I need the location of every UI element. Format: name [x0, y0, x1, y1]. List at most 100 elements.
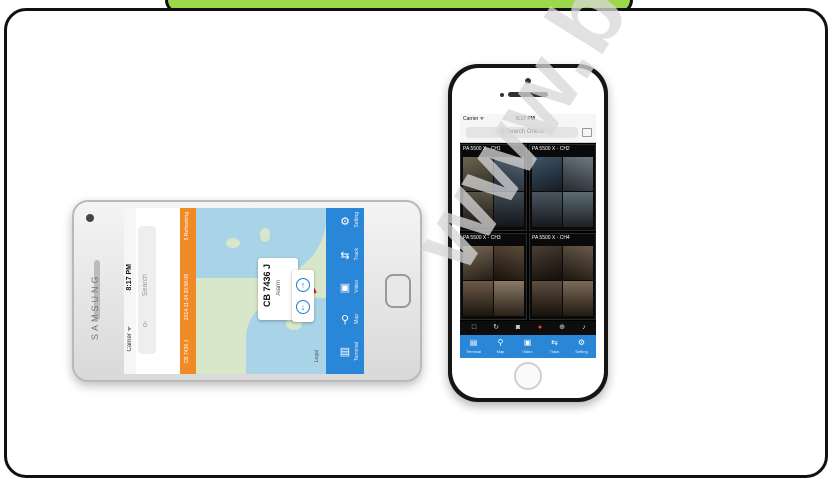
search-placeholder: Search [142, 274, 149, 297]
terminal-icon: ▤ [469, 338, 478, 347]
camera-label: PA 5500 X - CH4 [532, 235, 570, 241]
alert-datetime: 2014-11-24 20:58:08 [184, 274, 190, 321]
feed-quadrant [532, 192, 562, 227]
camera-tile-ch3[interactable]: PA 5500 X - CH3 [460, 233, 527, 320]
camera-label: PA 5500 X - CH3 [463, 235, 501, 241]
feed-quadrant [494, 192, 524, 227]
map-island [260, 228, 270, 242]
samsung-phone: SAMSUNG Carrier ᯤ 8:17 PM Search ⚲ CB 74… [72, 200, 422, 382]
tab-video[interactable]: ▣ Video [326, 276, 364, 308]
feed-quadrant [532, 281, 562, 316]
feed-quadrant [563, 246, 593, 280]
feed-quadrant [463, 192, 493, 227]
tab-map[interactable]: ⚲ Map [326, 308, 364, 340]
tab-map[interactable]: ⚲ Map [487, 335, 514, 358]
feed-quadrant [494, 281, 524, 316]
tab-terminal[interactable]: ▤ Terminal [460, 335, 487, 358]
front-camera-icon [86, 214, 94, 222]
feed-quadrant [563, 281, 593, 316]
clock: 8:17 PM [126, 264, 133, 291]
tab-video[interactable]: ▣ Video [514, 335, 541, 358]
feed-quadrant [463, 246, 493, 280]
tab-setting[interactable]: ⚙ Setting [326, 210, 364, 242]
map-island [226, 238, 240, 248]
zoom-control: ↑ ↓ [292, 270, 314, 322]
tab-label: Setting [575, 349, 588, 354]
tab-label: Video [354, 280, 360, 293]
tab-label: Track [354, 248, 360, 261]
camera-tile-ch2[interactable]: PA 5500 X - CH2 [529, 144, 596, 231]
tab-bar: ▤ Terminal ⚲ Map ▣ Video ⇆ Track ⚙ Setti… [460, 335, 596, 358]
home-button[interactable] [385, 274, 411, 308]
iphone-screen: Carrier ᯤ 8:17 PM Q Search Online PA 550… [460, 114, 596, 358]
tab-track[interactable]: ⇆ Track [541, 335, 568, 358]
search-input[interactable]: Q Search Online [466, 127, 578, 138]
alert-vehicle-id: CB 7436 J [184, 340, 190, 364]
front-camera-icon [525, 78, 531, 84]
mic-icon[interactable]: ♪ [580, 324, 588, 332]
camera-feed [463, 246, 524, 316]
home-button[interactable] [514, 362, 542, 390]
zoom-out-button[interactable]: ↓ [296, 300, 310, 314]
carrier-label: Carrier ᯤ [463, 116, 485, 122]
feed-quadrant [532, 157, 562, 191]
carrier-label: Carrier ᯤ [127, 326, 133, 352]
proximity-sensor [500, 93, 504, 97]
search-icon[interactable]: ⚲ [142, 320, 150, 328]
earpiece-speaker [508, 92, 548, 97]
map-legal-link[interactable]: Legal [314, 350, 320, 362]
tab-track[interactable]: ⇆ Track [326, 244, 364, 276]
track-icon: ⇆ [340, 250, 350, 262]
map-island [216, 328, 228, 337]
samsung-logo: SAMSUNG [90, 273, 100, 340]
feed-quadrant [563, 192, 593, 227]
samsung-screen: Carrier ᯤ 8:17 PM Search ⚲ CB 7436 J 201… [124, 208, 364, 374]
camera-icon[interactable]: ◙ [514, 324, 522, 332]
tab-label: Map [496, 349, 505, 354]
record-icon[interactable]: ● [536, 324, 544, 332]
playback-controls: □ ↻ ◙ ● ⊕ ♪ [460, 321, 596, 335]
refresh-icon[interactable]: ↻ [492, 324, 500, 332]
tab-terminal[interactable]: ▤ Terminal [326, 340, 364, 372]
tab-bar: ⚙ Setting ⇆ Track ▣ Video ⚲ Map ▤ Termin… [326, 208, 364, 374]
tab-label: Map [354, 314, 360, 324]
camera-tile-ch1[interactable]: PA 5500 X - CH1 [460, 144, 527, 231]
feed-quadrant [563, 157, 593, 191]
map-pin-icon: ⚲ [497, 338, 504, 347]
camera-grid: PA 5500 X - CH1 PA 5500 X - CH2 PA 5500 … [460, 144, 596, 320]
tab-label: Track [549, 349, 560, 354]
book-icon[interactable] [582, 128, 592, 137]
status-bar: Carrier ᯤ 8:17 PM [460, 114, 596, 124]
gear-icon: ⚙ [340, 216, 350, 228]
camera-label: PA 5500 X - CH1 [463, 146, 501, 152]
zoom-in-button[interactable]: ↑ [296, 278, 310, 292]
feed-quadrant [463, 281, 493, 316]
stop-icon[interactable]: □ [470, 324, 478, 332]
search-bar: Q Search Online [460, 124, 596, 143]
iphone: Carrier ᯤ 8:17 PM Q Search Online PA 550… [448, 64, 608, 402]
popup-title: CB 7436 J [262, 264, 272, 308]
tab-label: Terminal [465, 349, 482, 354]
clock: 8:17 PM [516, 116, 535, 122]
feed-quadrant [494, 246, 524, 280]
plus-icon[interactable]: ⊕ [558, 324, 566, 332]
tab-setting[interactable]: ⚙ Setting [568, 335, 595, 358]
tab-label: Setting [354, 212, 360, 228]
tab-label: Terminal [354, 342, 360, 361]
camera-feed [532, 246, 593, 316]
camera-tile-ch4[interactable]: PA 5500 X - CH4 [529, 233, 596, 320]
camera-feed [532, 157, 593, 227]
tab-label: Video [522, 349, 533, 354]
popup-subtitle: Alarm [276, 280, 282, 296]
track-icon: ⇆ [551, 338, 558, 347]
map-pin-icon: ⚲ [340, 314, 350, 326]
terminal-icon: ▤ [339, 346, 351, 358]
camera-feed [463, 157, 524, 227]
feed-quadrant [463, 157, 493, 191]
alert-refresh-status: 5 Refreshing [184, 212, 190, 241]
camera-label: PA 5500 X - CH2 [532, 146, 570, 152]
feed-quadrant [532, 246, 562, 280]
gear-icon: ⚙ [577, 338, 586, 347]
video-icon: ▣ [339, 282, 351, 294]
feed-quadrant [494, 157, 524, 191]
